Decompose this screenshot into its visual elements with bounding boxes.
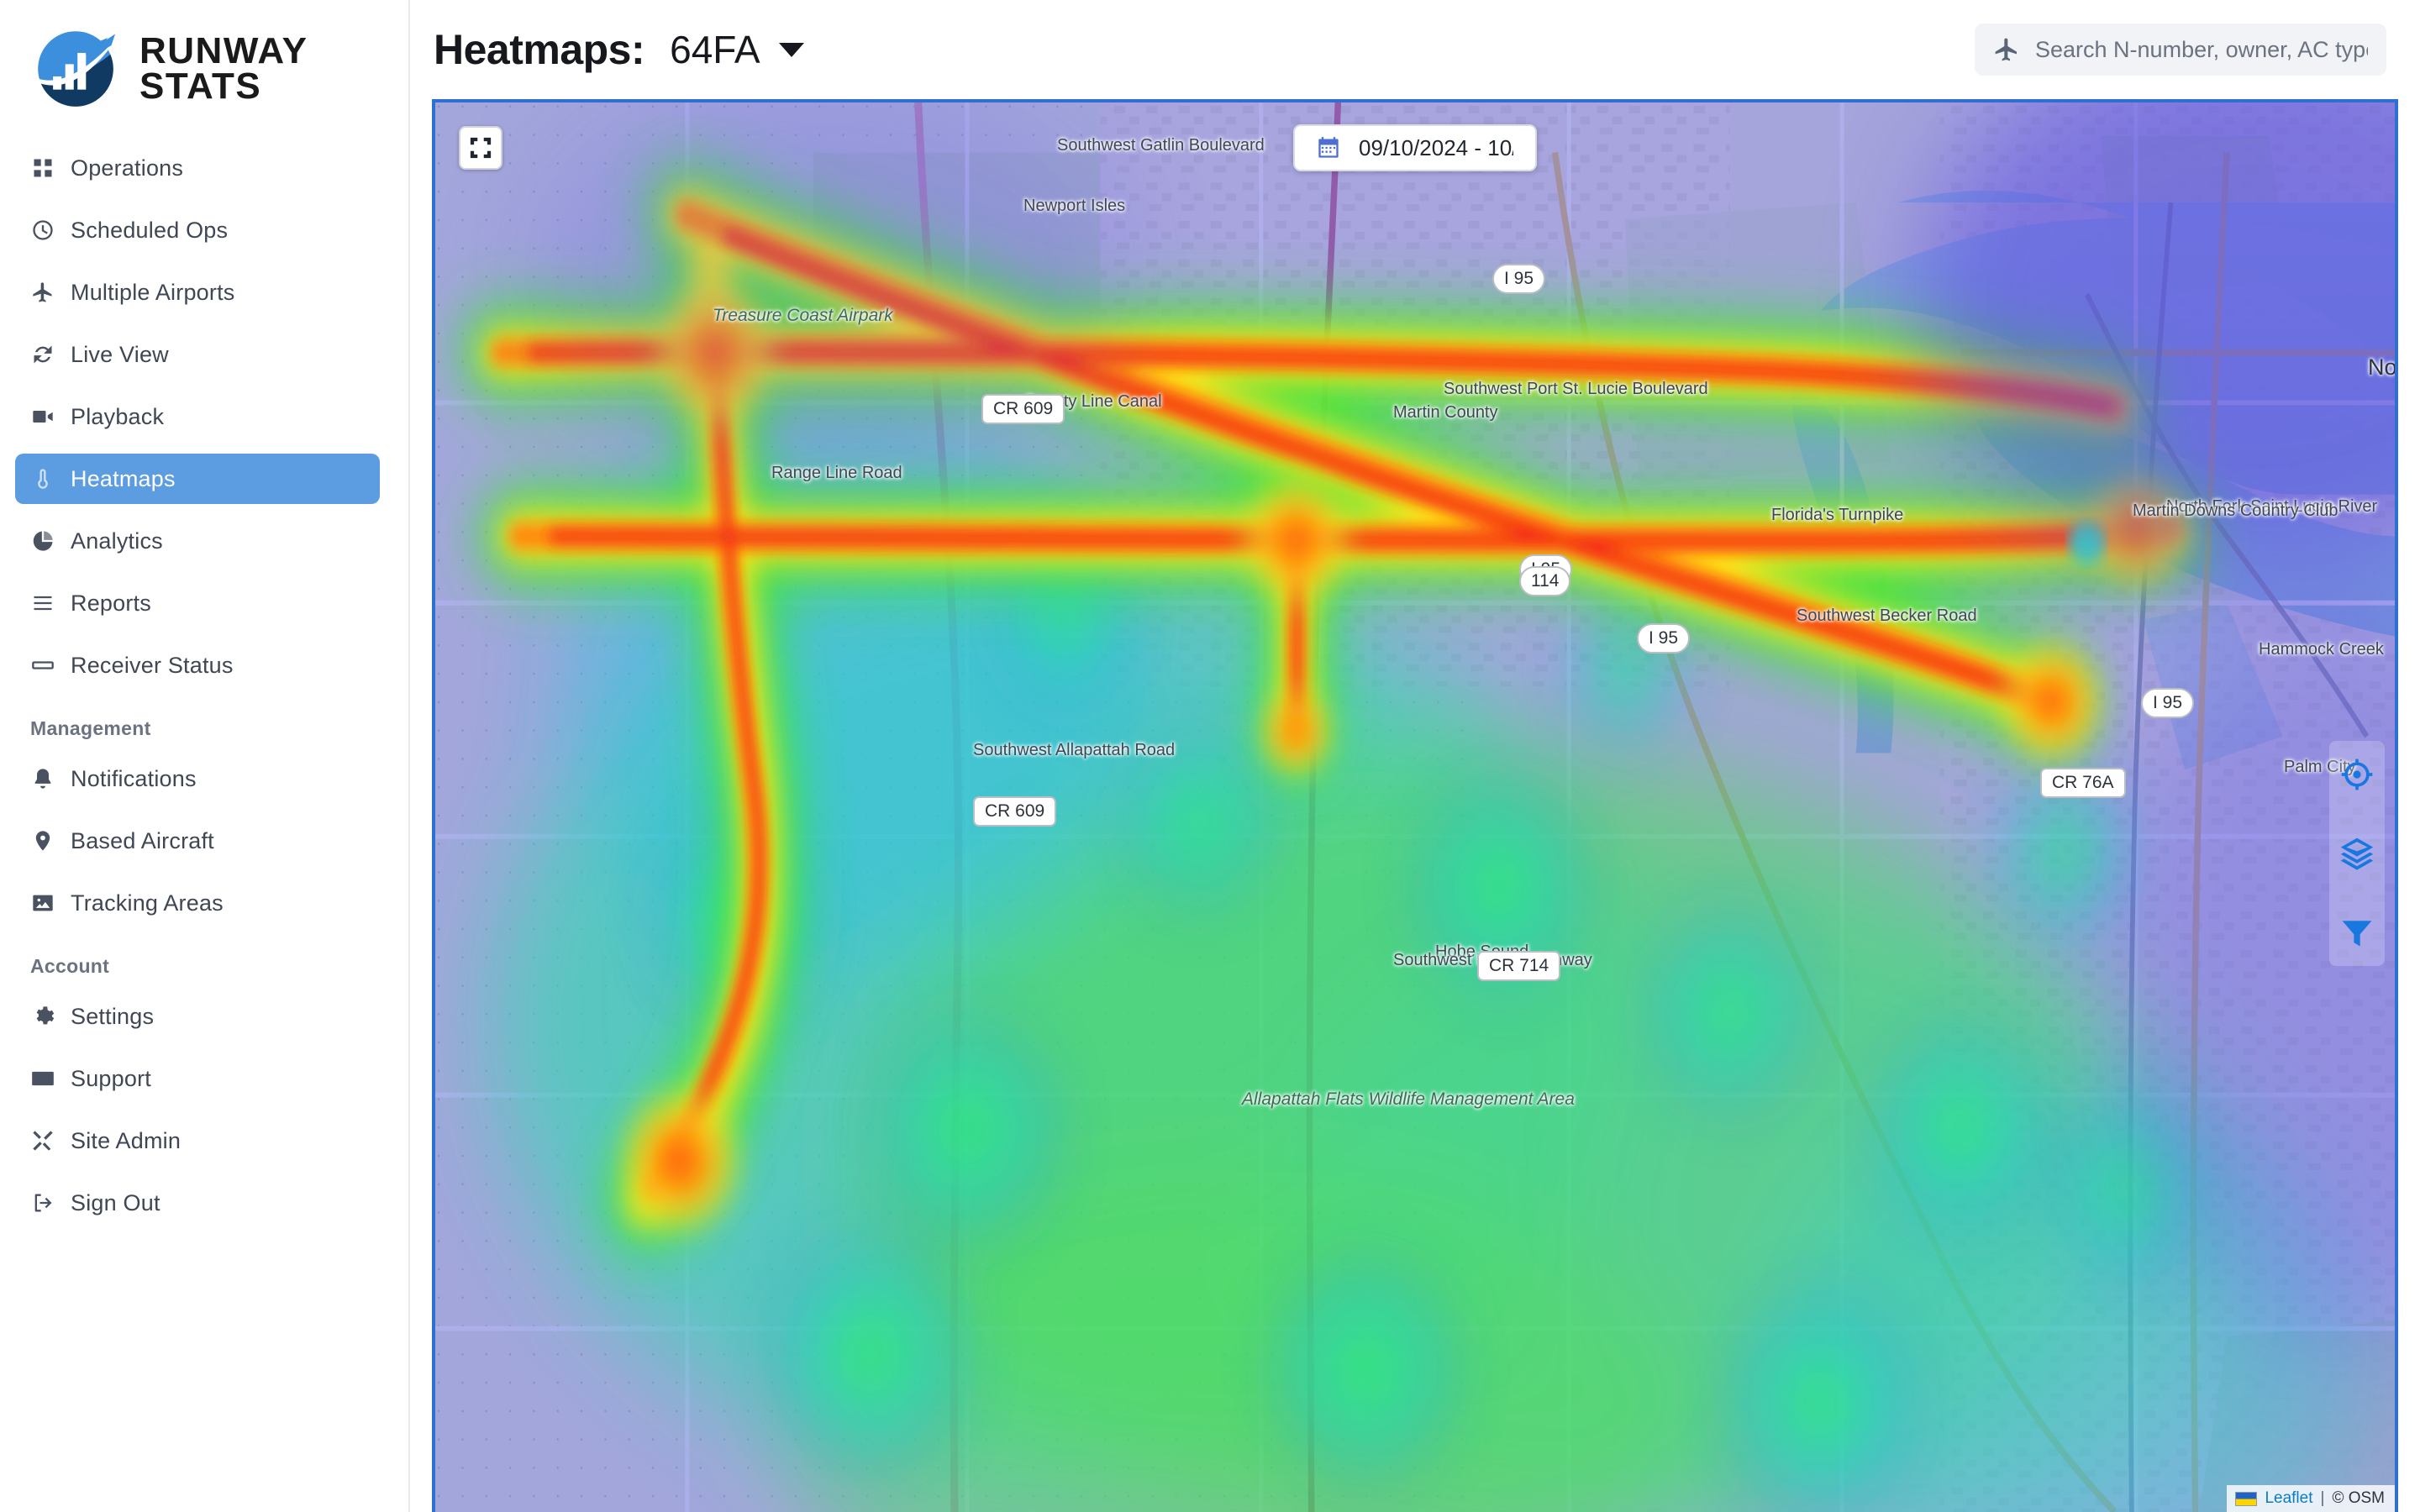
tools-icon [30, 1128, 55, 1153]
heatmap-map[interactable]: Treasure Coast Airpark Newport Isles South… [432, 99, 2398, 1512]
sidebar-item-label: Analytics [71, 528, 163, 554]
sidebar-item-label: Sign Out [71, 1189, 160, 1215]
sidebar-item-label: Reports [71, 590, 151, 616]
locate-control[interactable] [2338, 756, 2375, 793]
sidebar-item-receiver-status[interactable]: Receiver Status [15, 640, 380, 690]
video-icon [30, 404, 55, 429]
grid-icon [30, 155, 55, 181]
refresh-icon [30, 342, 55, 367]
list-icon [30, 591, 55, 616]
sidebar-item-label: Notifications [71, 765, 197, 791]
ukraine-flag-icon [2235, 1491, 2258, 1506]
attribution-separator: | [2320, 1489, 2325, 1507]
envelope-icon [30, 1066, 55, 1091]
sidebar-item-heatmaps[interactable]: Heatmaps [15, 454, 380, 504]
sidebar-item-based-aircraft[interactable]: Based Aircraft [15, 816, 380, 866]
date-range-picker[interactable]: 09/10/2024 - 10/09/2024 [1293, 124, 1537, 171]
logout-icon [30, 1190, 55, 1215]
brand-line-2: STATS [139, 66, 262, 107]
sidebar-item-label: Heatmaps [71, 465, 176, 491]
sidebar-item-label: Live View [71, 341, 169, 367]
brand-logo[interactable]: RUNWAY STATS [0, 0, 408, 131]
expand-icon [470, 137, 492, 159]
gear-icon [30, 1004, 55, 1029]
fullscreen-button[interactable] [459, 126, 502, 170]
main-content: Heatmaps: 64FA Search N-number, owner, A… [410, 0, 2420, 1512]
runway-stats-logo-icon [29, 22, 123, 116]
leaflet-link[interactable]: Leaflet [2265, 1489, 2312, 1508]
pie-chart-icon [30, 528, 55, 554]
chevron-down-icon [778, 42, 804, 57]
sidebar-item-live-view[interactable]: Live View [15, 329, 380, 380]
sidebar: RUNWAY STATS Operations Scheduled Ops Mult… [0, 0, 410, 1512]
sidebar-nav: Operations Scheduled Ops Multiple Airports… [0, 131, 408, 1240]
layers-control[interactable] [2338, 835, 2375, 872]
sidebar-item-settings[interactable]: Settings [15, 991, 380, 1042]
sidebar-item-notifications[interactable]: Notifications [15, 753, 380, 804]
sidebar-item-label: Playback [71, 403, 165, 429]
crosshair-icon [2341, 759, 2373, 790]
sidebar-item-label: Site Admin [71, 1127, 182, 1153]
clock-icon [30, 218, 55, 243]
search-box[interactable] [1975, 24, 2386, 76]
sidebar-item-label: Receiver Status [71, 652, 234, 678]
sidebar-item-operations[interactable]: Operations [15, 143, 380, 193]
plane-icon [1995, 38, 2017, 61]
sidebar-item-analytics[interactable]: Analytics [15, 516, 380, 566]
date-range-value: 09/10/2024 - 10/09/2024 [1359, 134, 1513, 160]
osm-attribution: © OSM [2332, 1489, 2385, 1507]
map-pin-icon [30, 828, 55, 853]
sidebar-item-label: Scheduled Ops [71, 217, 229, 243]
brand-line-1: RUNWAY [139, 30, 308, 72]
sidebar-item-sign-out[interactable]: Sign Out [15, 1178, 380, 1228]
bell-icon [30, 766, 55, 791]
sidebar-item-reports[interactable]: Reports [15, 578, 380, 628]
sidebar-item-tracking-areas[interactable]: Tracking Areas [15, 878, 380, 928]
sidebar-item-label: Support [71, 1065, 151, 1091]
heatmap-overlay [435, 102, 2395, 1512]
sidebar-item-support[interactable]: Support [15, 1053, 380, 1104]
search-input[interactable] [2035, 36, 2368, 63]
map-container: Treasure Coast Airpark Newport Isles South… [410, 99, 2420, 1512]
calendar-icon [1318, 137, 1339, 158]
layers-icon [2340, 837, 2374, 870]
airport-selector[interactable]: 64FA [670, 27, 804, 72]
sidebar-item-label: Based Aircraft [71, 827, 214, 853]
image-icon [30, 890, 55, 916]
sidebar-item-label: Operations [71, 155, 184, 181]
sidebar-item-label: Settings [71, 1003, 155, 1029]
sidebar-item-scheduled-ops[interactable]: Scheduled Ops [15, 205, 380, 255]
map-attribution: Leaflet | © OSM [2227, 1485, 2395, 1512]
topbar: Heatmaps: 64FA [410, 0, 2420, 99]
plane-icon [30, 280, 55, 305]
sidebar-section-header: Account [30, 955, 110, 977]
page-title: Heatmaps: [434, 26, 645, 73]
sidebar-section-header: Management [30, 717, 151, 739]
sidebar-item-site-admin[interactable]: Site Admin [15, 1116, 380, 1166]
filter-control[interactable] [2338, 914, 2375, 951]
sidebar-item-multiple-airports[interactable]: Multiple Airports [15, 267, 380, 318]
airport-code: 64FA [670, 28, 760, 71]
funnel-icon [2342, 921, 2372, 947]
map-controls [2329, 741, 2385, 966]
sidebar-item-label: Tracking Areas [71, 890, 224, 916]
sidebar-item-playback[interactable]: Playback [15, 391, 380, 442]
sidebar-item-label: Multiple Airports [71, 279, 235, 305]
device-icon [30, 653, 55, 678]
thermometer-icon [30, 466, 55, 491]
